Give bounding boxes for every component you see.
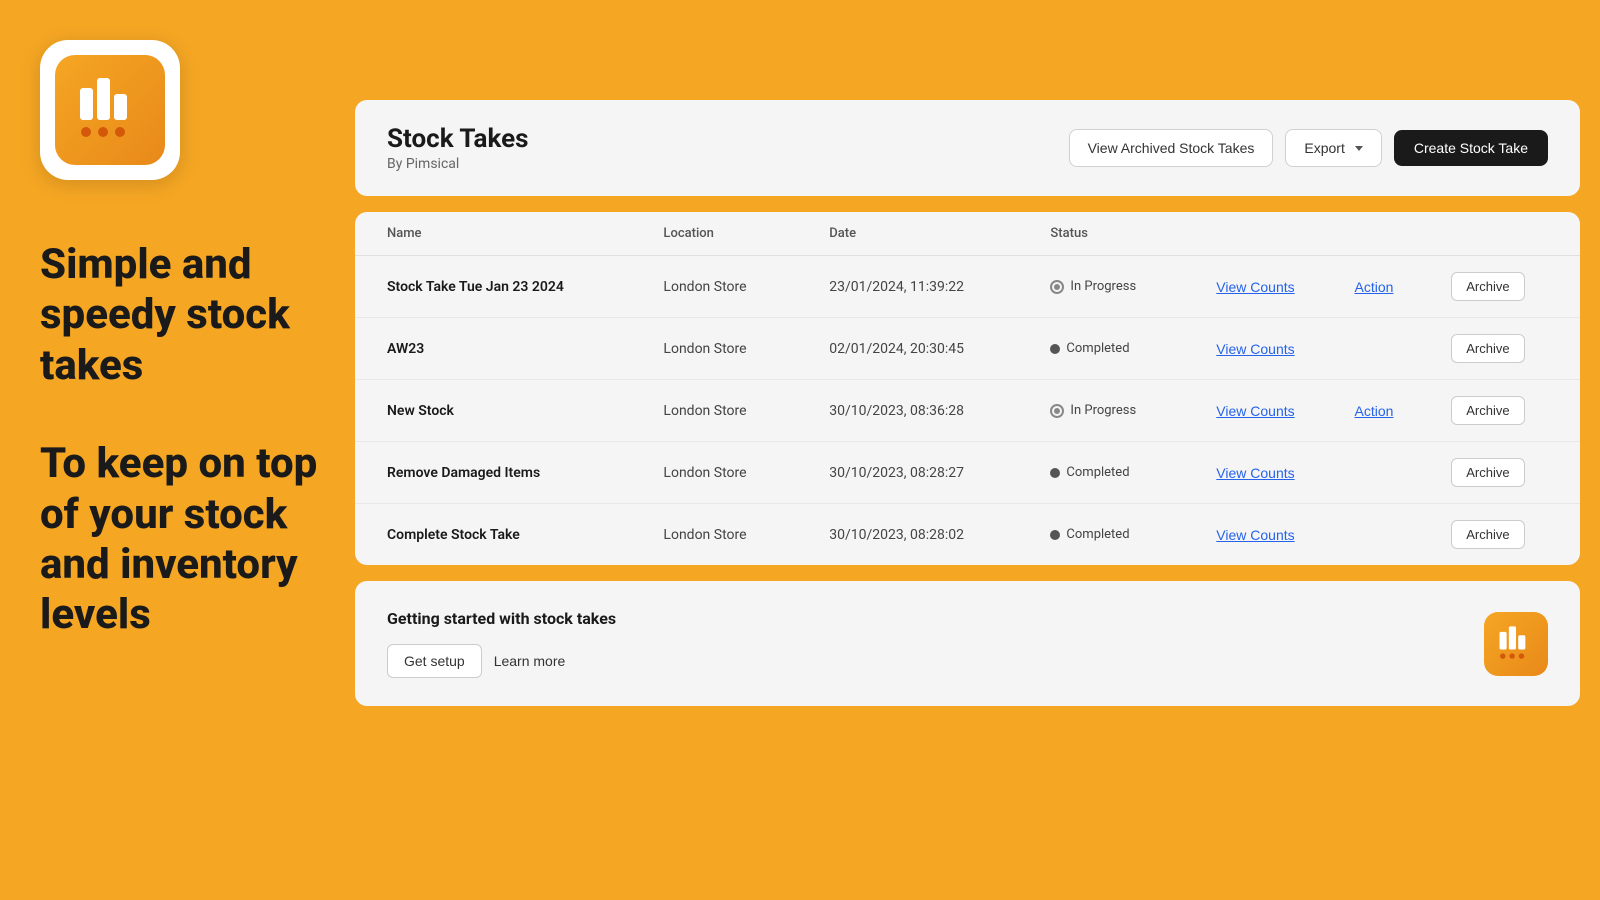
row-name: New Stock — [387, 403, 663, 419]
col-location: Location — [663, 226, 829, 241]
status-in-progress-icon — [1050, 280, 1064, 294]
archive-button[interactable]: Archive — [1451, 334, 1524, 363]
table-rows: Stock Take Tue Jan 23 2024 London Store … — [355, 256, 1580, 565]
status-badge: Completed — [1050, 465, 1216, 480]
row-date: 30/10/2023, 08:36:28 — [829, 403, 1050, 419]
page-title: Stock Takes — [387, 124, 529, 154]
action-cell: Action — [1355, 401, 1452, 420]
logo-svg — [70, 70, 150, 150]
status-badge: In Progress — [1050, 279, 1216, 294]
status-completed-dot — [1050, 468, 1060, 478]
row-date: 30/10/2023, 08:28:27 — [829, 465, 1050, 481]
chevron-down-icon — [1355, 146, 1363, 151]
action-link[interactable]: Action — [1355, 403, 1394, 419]
row-date: 02/01/2024, 20:30:45 — [829, 341, 1050, 357]
view-archived-button[interactable]: View Archived Stock Takes — [1069, 129, 1274, 167]
page-subtitle: By Pimsical — [387, 156, 529, 172]
row-location: London Store — [663, 403, 829, 419]
view-counts-cell: View Counts — [1216, 339, 1354, 358]
archive-cell: Archive — [1451, 272, 1548, 301]
archive-cell: Archive — [1451, 458, 1548, 487]
getting-started-actions: Get setup Learn more — [387, 644, 616, 678]
table-row: AW23 London Store 02/01/2024, 20:30:45 C… — [355, 318, 1580, 380]
archive-button[interactable]: Archive — [1451, 458, 1524, 487]
archive-button[interactable]: Archive — [1451, 520, 1524, 549]
status-text: Completed — [1066, 527, 1129, 542]
archive-cell: Archive — [1451, 396, 1548, 425]
row-location: London Store — [663, 279, 829, 295]
status-badge: In Progress — [1050, 403, 1216, 418]
table-row: Remove Damaged Items London Store 30/10/… — [355, 442, 1580, 504]
row-location: London Store — [663, 341, 829, 357]
view-counts-link[interactable]: View Counts — [1216, 465, 1294, 481]
get-setup-button[interactable]: Get setup — [387, 644, 482, 678]
page-title-group: Stock Takes By Pimsical — [387, 124, 529, 172]
status-badge: Completed — [1050, 341, 1216, 356]
row-name: Remove Damaged Items — [387, 465, 663, 481]
row-date: 23/01/2024, 11:39:22 — [829, 279, 1050, 295]
main-panel: Stock Takes By Pimsical View Archived St… — [355, 100, 1580, 880]
col-name: Name — [387, 226, 663, 241]
export-button[interactable]: Export — [1285, 129, 1381, 167]
action-link[interactable]: Action — [1355, 279, 1394, 295]
status-completed-dot — [1050, 530, 1060, 540]
archive-cell: Archive — [1451, 520, 1548, 549]
status-completed-dot — [1050, 344, 1060, 354]
app-logo — [40, 40, 180, 180]
col-actions3 — [1451, 226, 1548, 241]
status-badge: Completed — [1050, 527, 1216, 542]
row-name: Stock Take Tue Jan 23 2024 — [387, 279, 663, 295]
view-counts-cell: View Counts — [1216, 277, 1354, 296]
view-counts-link[interactable]: View Counts — [1216, 341, 1294, 357]
learn-more-button[interactable]: Learn more — [494, 653, 566, 669]
col-actions2 — [1355, 226, 1452, 241]
view-counts-link[interactable]: View Counts — [1216, 403, 1294, 419]
status-in-progress-icon — [1050, 404, 1064, 418]
status-text: In Progress — [1070, 279, 1136, 294]
create-stock-take-button[interactable]: Create Stock Take — [1394, 130, 1548, 166]
getting-started-content: Getting started with stock takes Get set… — [387, 609, 616, 678]
row-location: London Store — [663, 527, 829, 543]
col-actions1 — [1216, 226, 1354, 241]
table-row: Stock Take Tue Jan 23 2024 London Store … — [355, 256, 1580, 318]
archive-button[interactable]: Archive — [1451, 272, 1524, 301]
row-name: Complete Stock Take — [387, 527, 663, 543]
tagline-1: Simple and speedy stock takes — [40, 240, 320, 391]
view-counts-cell: View Counts — [1216, 525, 1354, 544]
tagline-2: To keep on top of your stock and invento… — [40, 439, 320, 641]
left-panel: Simple and speedy stock takes To keep on… — [0, 0, 360, 900]
row-date: 30/10/2023, 08:28:02 — [829, 527, 1050, 543]
table-header: Name Location Date Status — [355, 212, 1580, 256]
status-text: In Progress — [1070, 403, 1136, 418]
stock-takes-table-card: Name Location Date Status Stock Take Tue… — [355, 212, 1580, 565]
status-text: Completed — [1066, 341, 1129, 356]
view-counts-cell: View Counts — [1216, 401, 1354, 420]
table-row: New Stock London Store 30/10/2023, 08:36… — [355, 380, 1580, 442]
action-cell: Action — [1355, 277, 1452, 296]
archive-button[interactable]: Archive — [1451, 396, 1524, 425]
view-counts-link[interactable]: View Counts — [1216, 527, 1294, 543]
logo-mini-svg — [1494, 622, 1538, 666]
row-name: AW23 — [387, 341, 663, 357]
header-card: Stock Takes By Pimsical View Archived St… — [355, 100, 1580, 196]
row-location: London Store — [663, 465, 829, 481]
getting-started-logo-icon — [1484, 612, 1548, 676]
header-actions: View Archived Stock Takes Export Create … — [1069, 129, 1548, 167]
getting-started-card: Getting started with stock takes Get set… — [355, 581, 1580, 706]
table-row: Complete Stock Take London Store 30/10/2… — [355, 504, 1580, 565]
archive-cell: Archive — [1451, 334, 1548, 363]
col-date: Date — [829, 226, 1050, 241]
view-counts-cell: View Counts — [1216, 463, 1354, 482]
status-text: Completed — [1066, 465, 1129, 480]
col-status: Status — [1050, 226, 1216, 241]
getting-started-title: Getting started with stock takes — [387, 609, 616, 628]
view-counts-link[interactable]: View Counts — [1216, 279, 1294, 295]
